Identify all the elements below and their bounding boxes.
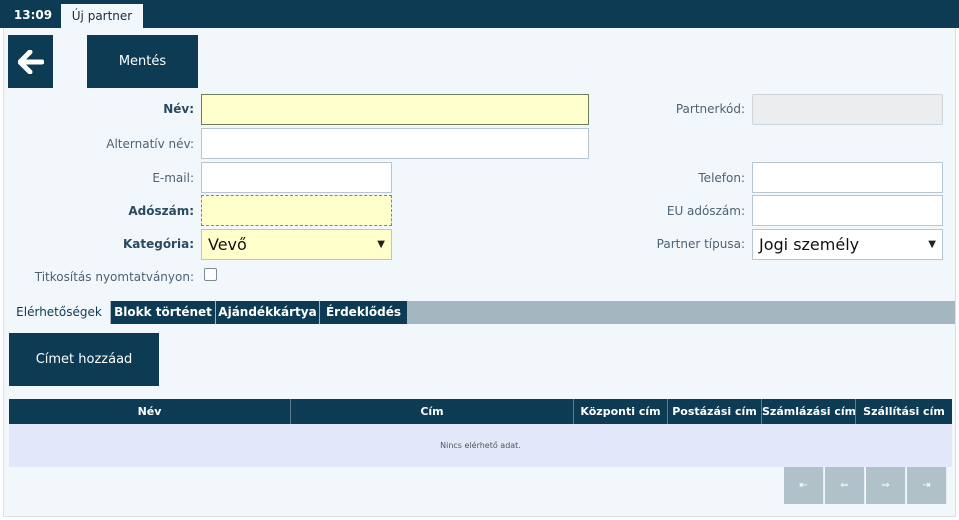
partner-code-input [752, 94, 943, 125]
tax-number-label: Adószám: [128, 204, 194, 218]
chevron-down-icon: ▼ [928, 239, 936, 250]
tab-inquiry[interactable]: Érdeklődés [320, 301, 408, 324]
document-tab[interactable]: Új partner [61, 4, 143, 28]
back-button[interactable] [8, 35, 53, 88]
address-table-header: Név Cím Központi cím Postázási cím Száml… [9, 399, 952, 424]
save-button[interactable]: Mentés [87, 35, 198, 88]
column-header-central-address[interactable]: Központi cím [574, 399, 668, 424]
add-address-button[interactable]: Címet hozzáad [9, 333, 159, 386]
chevron-down-icon: ▼ [377, 239, 385, 250]
arrow-left-icon [17, 49, 44, 74]
column-header-shipping-address[interactable]: Szállítási cím [856, 399, 952, 424]
address-table-empty-row: Nincs elérhető adat. [9, 424, 952, 467]
name-input[interactable] [201, 94, 589, 125]
email-input[interactable] [201, 162, 392, 193]
eu-tax-number-input[interactable] [752, 195, 943, 226]
tab-contacts[interactable]: Elérhetőségek [8, 301, 111, 324]
partner-type-label: Partner típusa: [656, 237, 745, 251]
tab-gift-card[interactable]: Ajándékkártya [216, 301, 320, 324]
top-bar: 13:09 Új partner [0, 0, 959, 28]
column-header-mailing-address[interactable]: Postázási cím [668, 399, 762, 424]
tax-number-input[interactable] [201, 195, 392, 226]
tab-strip: Elérhetőségek Blokk történet Ajándékkárt… [8, 301, 955, 324]
column-header-address[interactable]: Cím [291, 399, 574, 424]
email-label: E-mail: [152, 171, 194, 185]
prev-page-button[interactable]: ⇐ [825, 467, 865, 504]
encrypt-label: Titkosítás nyomtatványon: [34, 270, 194, 284]
partner-code-label: Partnerkód: [675, 102, 745, 116]
clock: 13:09 [13, 8, 53, 22]
column-header-billing-address[interactable]: Számlázási cím [762, 399, 856, 424]
name-label: Név: [163, 102, 194, 116]
alt-name-input[interactable] [201, 128, 589, 159]
last-page-button[interactable]: ⇥ [907, 467, 947, 504]
partner-type-select[interactable]: Jogi személy ▼ [752, 229, 943, 260]
encrypt-checkbox[interactable] [204, 268, 217, 281]
phone-label: Telefon: [698, 171, 745, 185]
next-page-button[interactable]: ⇒ [866, 467, 906, 504]
alt-name-label: Alternatív név: [106, 137, 194, 151]
tab-receipt-history[interactable]: Blokk történet [111, 301, 216, 324]
category-select[interactable]: Vevő ▼ [201, 229, 392, 260]
category-selected-value: Vevő [208, 235, 247, 254]
first-page-button[interactable]: ⇤ [784, 467, 824, 504]
column-header-name[interactable]: Név [9, 399, 291, 424]
phone-input[interactable] [752, 162, 943, 193]
eu-tax-number-label: EU adószám: [666, 204, 745, 218]
category-label: Kategória: [122, 237, 194, 251]
partner-type-selected-value: Jogi személy [759, 235, 860, 254]
